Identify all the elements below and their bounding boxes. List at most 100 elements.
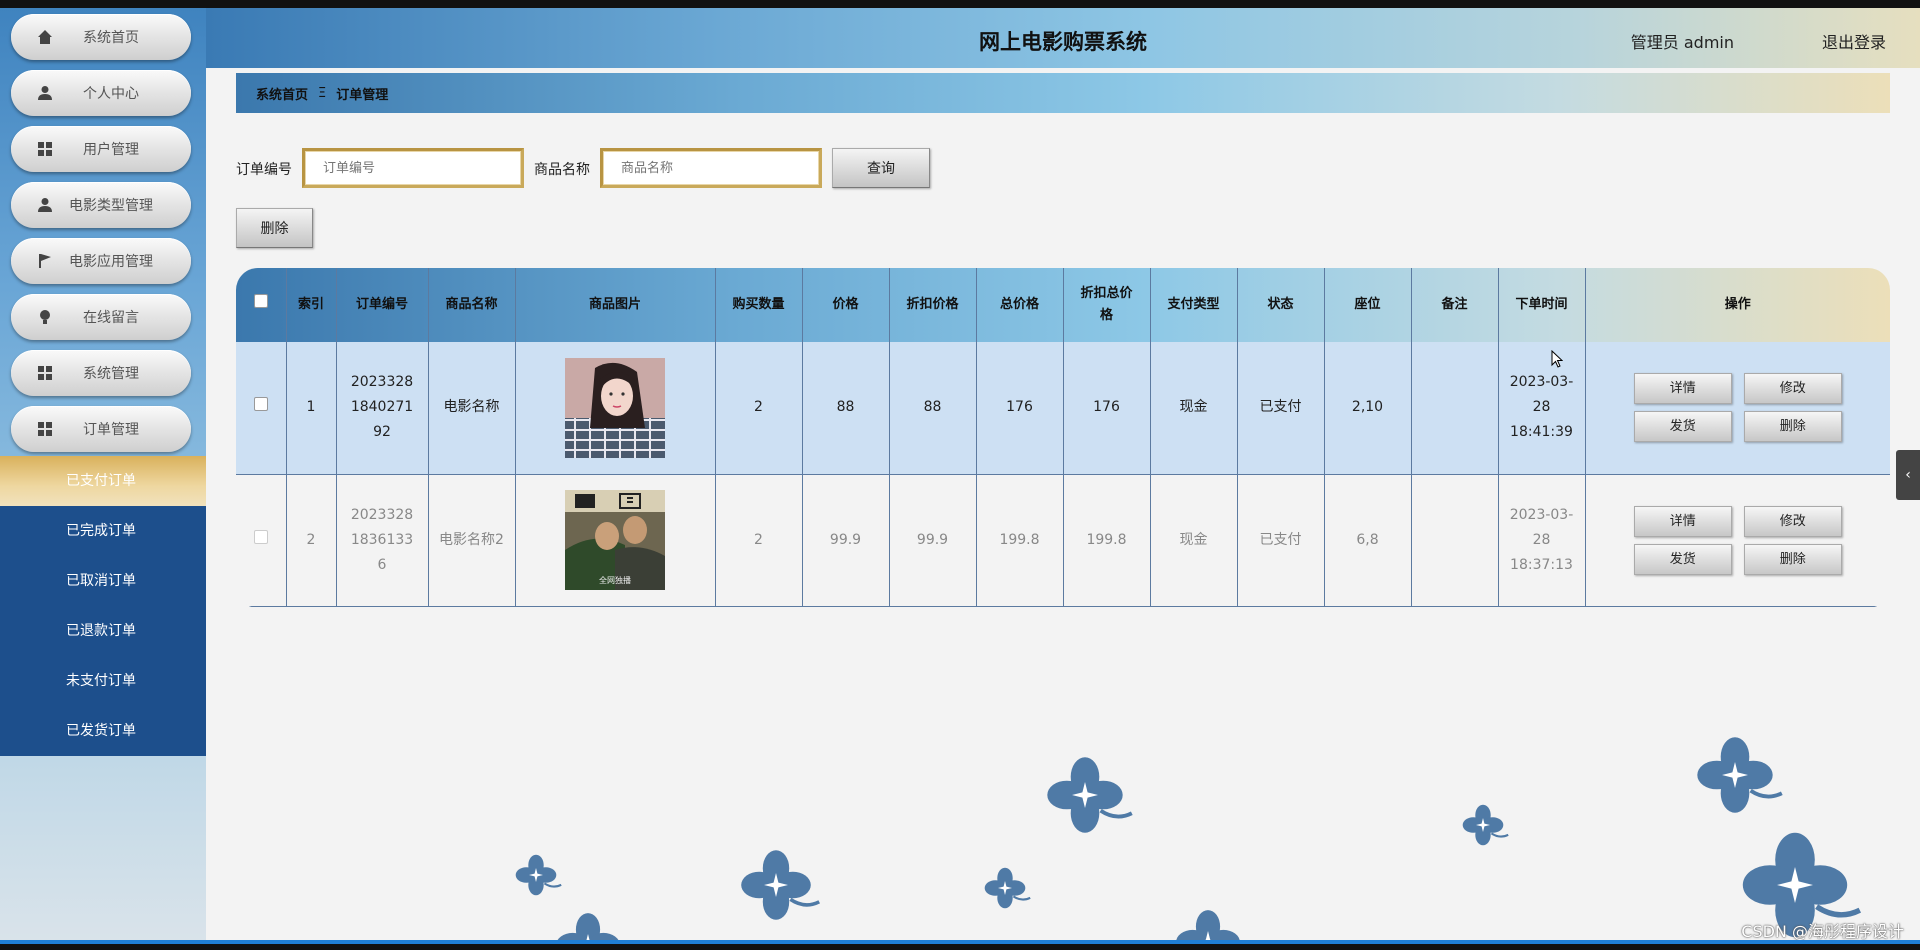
row-checkbox[interactable] — [253, 397, 268, 412]
svg-text:全网独播: 全网独播 — [599, 575, 631, 585]
order-no-input[interactable] — [302, 148, 524, 188]
logout-link[interactable]: 退出登录 — [1822, 29, 1886, 53]
cell-order-time: 2023-03-28 18:41:39 — [1498, 342, 1586, 475]
cell-total: 199.8 — [976, 474, 1064, 607]
cell-discount-total: 176 — [1063, 342, 1151, 475]
cell-image — [515, 342, 716, 475]
grid-icon — [38, 142, 52, 156]
orders-table: 索引 订单编号 商品名称 商品图片 购买数量 价格 折扣价格 总价格 折扣总价格… — [236, 268, 1890, 608]
col-header: 操作 — [1724, 297, 1751, 312]
cell-pay-type: 现金 — [1150, 342, 1238, 475]
grid-icon — [38, 422, 52, 436]
detail-button[interactable]: 详情 — [1633, 373, 1732, 405]
sidebar-item-messages[interactable]: 在线留言 — [11, 294, 191, 340]
user-icon — [38, 86, 52, 100]
col-header: 商品名称 — [428, 268, 516, 342]
sidebar-item-home[interactable]: 系统首页 — [11, 14, 191, 60]
detail-button[interactable]: 详情 — [1633, 505, 1732, 537]
cell-product: 电影名称2 — [428, 474, 516, 607]
sidebar: 系统首页 个人中心 用户管理 电影类型管理 电影应用管理 在线留言 系统管理 订… — [0, 8, 206, 940]
orders-submenu: 已支付订单 已完成订单 已取消订单 已退款订单 未支付订单 已发货订单 — [0, 456, 206, 756]
flag-icon — [39, 254, 51, 268]
cell-pay-type: 现金 — [1150, 474, 1238, 607]
delete-button[interactable]: 删除 — [1743, 543, 1842, 575]
product-image[interactable]: 全网独播 — [565, 490, 665, 590]
submenu-paid-orders[interactable]: 已支付订单 — [0, 456, 206, 506]
side-collapse-tab[interactable]: ‹ — [1896, 450, 1920, 500]
col-header: 座位 — [1324, 268, 1412, 342]
ship-button[interactable]: 发货 — [1633, 411, 1732, 443]
submenu-completed-orders[interactable]: 已完成订单 — [0, 506, 206, 556]
table-row: 1 2023328184027192 电影名称 2 88 88 176 176 … — [236, 342, 1890, 475]
user-icon — [38, 198, 52, 212]
col-header: 商品图片 — [515, 268, 716, 342]
header: 网上电影购票系统 管理员 admin 退出登录 — [206, 8, 1920, 68]
breadcrumb-home[interactable]: 系统首页 — [256, 84, 308, 103]
grid-icon — [38, 366, 52, 380]
cell-status: 已支付 — [1237, 474, 1325, 607]
row-checkbox[interactable] — [253, 529, 268, 544]
row-select-cell — [236, 474, 287, 607]
product-image[interactable] — [565, 357, 665, 458]
cell-order-no: 2023328184027192 — [336, 342, 429, 475]
sidebar-item-users[interactable]: 用户管理 — [11, 126, 191, 172]
cell-discount-price: 99.9 — [889, 474, 977, 607]
edit-button[interactable]: 修改 — [1743, 373, 1842, 405]
cell-image: 全网独播 — [515, 474, 716, 607]
submenu-unpaid-orders[interactable]: 未支付订单 — [0, 656, 206, 706]
cell-seat: 2,10 — [1324, 342, 1412, 475]
edit-button[interactable]: 修改 — [1743, 505, 1842, 537]
col-header: 总价格 — [976, 268, 1064, 342]
select-all-cell — [236, 268, 287, 342]
select-all-checkbox[interactable] — [253, 294, 268, 308]
order-no-label: 订单编号 — [236, 162, 292, 178]
cell-ops: 详情 修改 发货 删除 — [1585, 474, 1890, 607]
cell-ops: 详情 修改 发货 删除 — [1585, 342, 1890, 475]
batch-delete-button[interactable]: 删除 — [236, 208, 313, 248]
col-header: 状态 — [1237, 268, 1325, 342]
table-header-row: 索引 订单编号 商品名称 商品图片 购买数量 价格 折扣价格 总价格 折扣总价格… — [236, 268, 1890, 342]
bottom-accent — [0, 940, 1920, 944]
breadcrumb-current: 订单管理 — [336, 87, 389, 103]
cell-index: 1 — [286, 342, 337, 475]
ship-button[interactable]: 发货 — [1633, 543, 1732, 575]
sidebar-item-orders[interactable]: 订单管理 — [11, 406, 191, 452]
bulb-icon — [40, 310, 50, 324]
delete-button[interactable]: 删除 — [1743, 411, 1842, 443]
sidebar-item-profile[interactable]: 个人中心 — [11, 70, 191, 116]
sidebar-item-movie-apps[interactable]: 电影应用管理 — [11, 238, 191, 284]
home-icon — [38, 30, 52, 44]
watermark: CSDN @海彤程序设计 — [1741, 922, 1904, 941]
sidebar-item-movie-types[interactable]: 电影类型管理 — [11, 182, 191, 228]
top-edge — [0, 0, 1920, 8]
cell-product: 电影名称 — [428, 342, 516, 475]
table-row: 2 202332818361336 电影名称2 全网独播 2 99.9 99.9… — [236, 474, 1890, 607]
cell-status: 已支付 — [1237, 342, 1325, 475]
cell-discount-price: 88 — [889, 342, 977, 475]
col-header: 下单时间 — [1498, 268, 1586, 342]
cell-index: 2 — [286, 474, 337, 607]
cell-remark — [1411, 342, 1499, 475]
current-user: 管理员 admin — [1630, 33, 1734, 52]
cell-discount-total: 199.8 — [1063, 474, 1151, 607]
cell-total: 176 — [976, 342, 1064, 475]
cell-price: 99.9 — [802, 474, 890, 607]
cell-qty: 2 — [715, 342, 803, 475]
cell-seat: 6,8 — [1324, 474, 1412, 607]
col-header: 订单编号 — [336, 268, 429, 342]
submenu-cancelled-orders[interactable]: 已取消订单 — [0, 556, 206, 606]
col-header: 支付类型 — [1150, 268, 1238, 342]
col-header: 索引 — [286, 268, 337, 342]
cell-order-time: 2023-03-28 18:37:13 — [1498, 474, 1586, 607]
cell-price: 88 — [802, 342, 890, 475]
sidebar-item-system[interactable]: 系统管理 — [11, 350, 191, 396]
cell-remark — [1411, 474, 1499, 607]
col-header: 折扣价格 — [889, 268, 977, 342]
query-button[interactable]: 查询 — [832, 148, 930, 188]
breadcrumb-separator: Ξ — [318, 85, 327, 101]
submenu-refunded-orders[interactable]: 已退款订单 — [0, 606, 206, 656]
product-name-label: 商品名称 — [534, 162, 590, 178]
submenu-shipped-orders[interactable]: 已发货订单 — [0, 706, 206, 756]
product-name-input[interactable] — [600, 148, 822, 188]
breadcrumb: 系统首页 Ξ 订单管理 — [236, 73, 1890, 113]
